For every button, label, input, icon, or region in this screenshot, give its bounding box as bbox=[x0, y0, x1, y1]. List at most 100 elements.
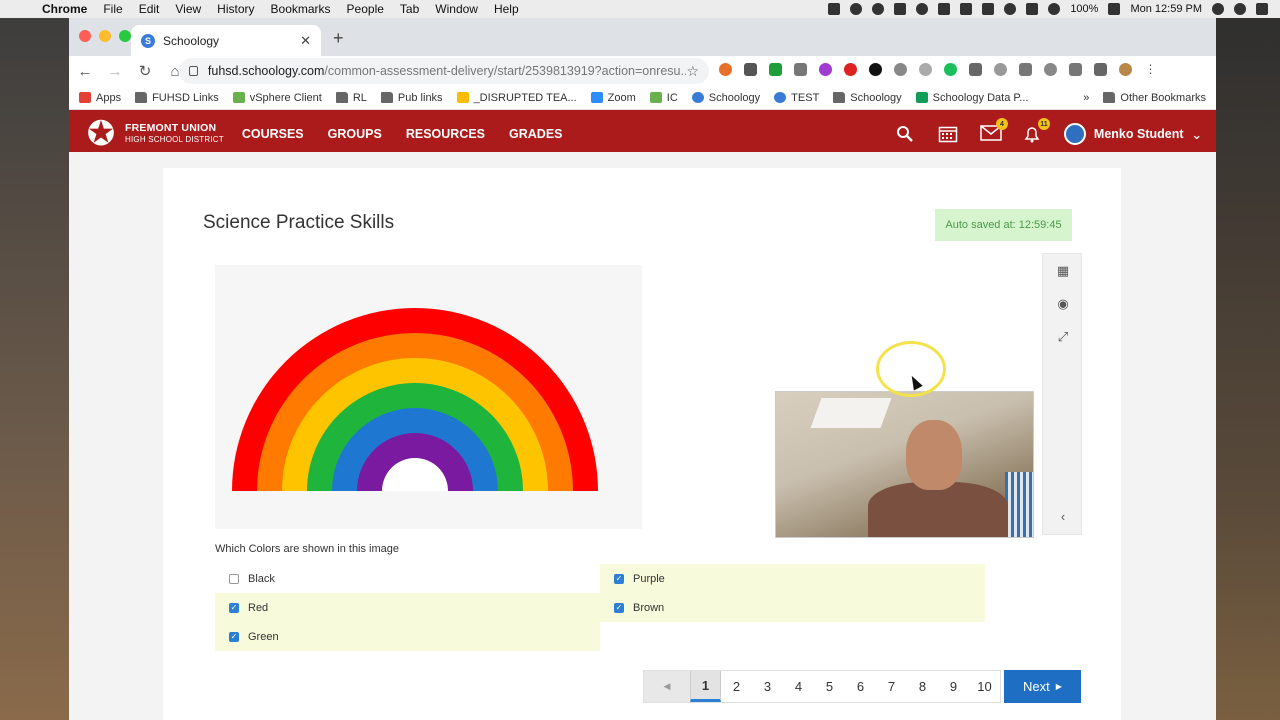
back-icon[interactable]: ← bbox=[77, 63, 93, 80]
close-tab-icon[interactable]: ✕ bbox=[300, 33, 311, 49]
drive-icon[interactable] bbox=[938, 3, 951, 15]
menu-view[interactable]: View bbox=[167, 2, 209, 16]
media-controls-icon[interactable] bbox=[1094, 63, 1107, 76]
minimize-window-button[interactable] bbox=[99, 30, 111, 42]
nav-resources[interactable]: RESOURCES bbox=[406, 127, 485, 141]
fullscreen-icon[interactable]: ⤢ bbox=[1043, 320, 1083, 353]
menu-edit[interactable]: Edit bbox=[131, 2, 168, 16]
dropbox-icon[interactable] bbox=[894, 3, 907, 15]
notifications-bell-icon[interactable]: 11 bbox=[1022, 118, 1050, 143]
drive-extension-icon[interactable] bbox=[794, 63, 807, 76]
extension-icon[interactable] bbox=[944, 63, 957, 76]
extension-icon[interactable] bbox=[919, 63, 932, 76]
tab-schoology[interactable]: S Schoology ✕ bbox=[131, 25, 321, 56]
bookmark-zoom[interactable]: Zoom bbox=[590, 92, 636, 104]
reload-icon[interactable]: ↻ bbox=[137, 62, 153, 80]
page-4[interactable]: 4 bbox=[783, 671, 814, 702]
mail-icon[interactable]: 4 bbox=[980, 118, 1008, 143]
bookmark-disrupted[interactable]: _DISRUPTED TEA... bbox=[456, 92, 577, 104]
extension-icon[interactable] bbox=[719, 63, 732, 76]
page-9[interactable]: 9 bbox=[938, 671, 969, 702]
location-icon[interactable] bbox=[872, 3, 885, 15]
menu-history[interactable]: History bbox=[209, 2, 262, 16]
menu-people[interactable]: People bbox=[339, 2, 392, 16]
accessibility-icon[interactable]: ◉ bbox=[1043, 287, 1083, 320]
time-machine-icon[interactable] bbox=[1004, 3, 1017, 15]
checkbox-black[interactable] bbox=[229, 573, 239, 584]
bookmark-ic[interactable]: IC bbox=[649, 92, 678, 104]
nav-groups[interactable]: GROUPS bbox=[328, 127, 382, 141]
calendar-icon[interactable] bbox=[938, 125, 958, 143]
option-red[interactable]: ✓ Red bbox=[215, 593, 600, 622]
extension-icon[interactable] bbox=[819, 63, 832, 76]
menu-file[interactable]: File bbox=[95, 2, 130, 16]
user-icon[interactable] bbox=[1212, 3, 1224, 15]
menu-help[interactable]: Help bbox=[486, 2, 527, 16]
page-1[interactable]: 1 bbox=[690, 671, 721, 702]
checkbox-purple[interactable]: ✓ bbox=[614, 573, 624, 584]
option-black[interactable]: Black bbox=[215, 564, 600, 593]
bookmark-schoology-folder[interactable]: Schoology bbox=[833, 92, 902, 104]
search-icon[interactable] bbox=[896, 125, 916, 143]
notification-center-icon[interactable] bbox=[1256, 3, 1268, 15]
close-window-button[interactable] bbox=[79, 30, 91, 42]
profile-avatar-icon[interactable] bbox=[1119, 63, 1132, 76]
page-10[interactable]: 10 bbox=[969, 671, 1000, 702]
new-tab-icon[interactable]: + bbox=[333, 28, 344, 49]
menu-bookmarks[interactable]: Bookmarks bbox=[263, 2, 339, 16]
extension-icon[interactable] bbox=[869, 63, 882, 76]
webcam-video-overlay[interactable] bbox=[775, 391, 1034, 538]
airplay-icon[interactable] bbox=[982, 3, 995, 15]
page-7[interactable]: 7 bbox=[876, 671, 907, 702]
bookmark-rl[interactable]: RL bbox=[335, 92, 367, 104]
bookmark-fuhsd-links[interactable]: FUHSD Links bbox=[135, 92, 219, 104]
calculator-icon[interactable]: ▦ bbox=[1043, 254, 1083, 287]
bookmark-apps[interactable]: Apps bbox=[79, 92, 121, 104]
bluetooth-icon[interactable] bbox=[1026, 3, 1039, 15]
bookmark-schoology[interactable]: Schoology bbox=[691, 92, 760, 104]
page-2[interactable]: 2 bbox=[721, 671, 752, 702]
page-8[interactable]: 8 bbox=[907, 671, 938, 702]
bookmark-vsphere[interactable]: vSphere Client bbox=[232, 92, 322, 104]
cloud-icon[interactable] bbox=[916, 3, 929, 15]
extension-icon[interactable] bbox=[894, 63, 907, 76]
browser-menu-icon[interactable]: ⋮ bbox=[1144, 63, 1157, 76]
checkbox-red[interactable]: ✓ bbox=[229, 602, 239, 613]
bookmark-other[interactable]: Other Bookmarks bbox=[1103, 92, 1206, 104]
bookmark-test[interactable]: TEST bbox=[774, 92, 819, 104]
nav-grades[interactable]: GRADES bbox=[509, 127, 562, 141]
bookmark-schoology-data[interactable]: Schoology Data P... bbox=[915, 92, 1028, 104]
extension-icon[interactable] bbox=[1069, 63, 1082, 76]
extension-icon[interactable] bbox=[1019, 63, 1032, 76]
spotlight-icon[interactable] bbox=[1234, 3, 1246, 15]
checkbox-brown[interactable]: ✓ bbox=[614, 602, 624, 613]
option-brown[interactable]: ✓ Brown bbox=[600, 593, 985, 622]
address-bar[interactable]: fuhsd.schoology.com /common-assessment-d… bbox=[179, 58, 709, 84]
nav-courses[interactable]: COURSES bbox=[242, 127, 304, 141]
page-5[interactable]: 5 bbox=[814, 671, 845, 702]
previous-page-icon[interactable]: ◀ bbox=[644, 671, 690, 702]
extension-icon[interactable] bbox=[994, 63, 1007, 76]
clock[interactable]: Mon 12:59 PM bbox=[1130, 3, 1202, 15]
page-6[interactable]: 6 bbox=[845, 671, 876, 702]
record-icon[interactable] bbox=[850, 3, 863, 15]
menu-window[interactable]: Window bbox=[427, 2, 486, 16]
alert-icon[interactable] bbox=[960, 3, 973, 15]
pocket-icon[interactable] bbox=[744, 63, 757, 76]
checkbox-green[interactable]: ✓ bbox=[229, 631, 239, 642]
zoom-window-button[interactable] bbox=[119, 30, 131, 42]
wifi-icon[interactable] bbox=[1048, 3, 1061, 15]
zoom-status-icon[interactable] bbox=[828, 3, 841, 15]
extension-icon[interactable] bbox=[969, 63, 982, 76]
bookmark-pub-links[interactable]: Pub links bbox=[380, 92, 443, 104]
battery-icon[interactable] bbox=[1108, 3, 1121, 15]
classroom-extension-icon[interactable] bbox=[769, 63, 782, 76]
menu-tab[interactable]: Tab bbox=[392, 2, 427, 16]
option-green[interactable]: ✓ Green bbox=[215, 622, 600, 651]
extension-icon[interactable] bbox=[1044, 63, 1057, 76]
app-menu[interactable]: Chrome bbox=[34, 2, 95, 16]
forward-icon[interactable]: → bbox=[107, 63, 123, 80]
bookmarks-overflow-icon[interactable]: » bbox=[1083, 92, 1089, 104]
page-3[interactable]: 3 bbox=[752, 671, 783, 702]
adblock-icon[interactable] bbox=[844, 63, 857, 76]
